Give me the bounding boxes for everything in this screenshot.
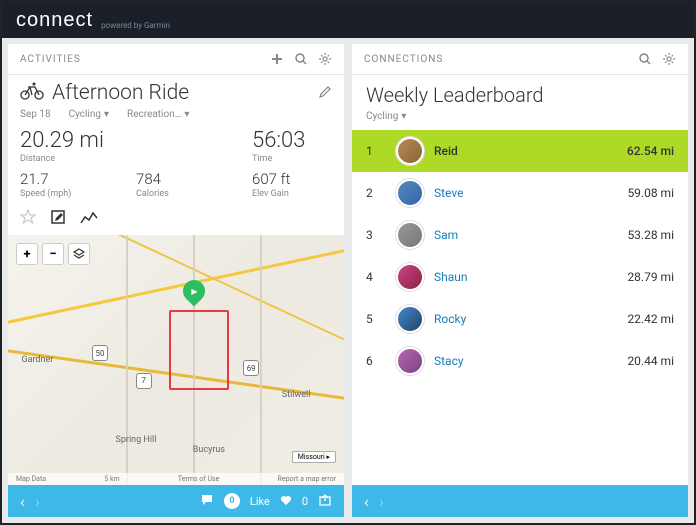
chevron-down-icon: ▾ xyxy=(184,109,189,120)
avatar xyxy=(396,347,424,375)
app-frame: connect powered by Garmin ACTIVITIES Aft… xyxy=(0,0,696,525)
star-icon[interactable] xyxy=(20,209,36,229)
activity-type-dropdown[interactable]: Cycling▾ xyxy=(69,109,109,120)
chart-icon[interactable] xyxy=(80,210,98,229)
activity-meta: Sep 18 Cycling▾ Recreation…▾ xyxy=(8,107,344,126)
edit-note-icon[interactable] xyxy=(50,209,66,229)
leaderboard-filter-dropdown[interactable]: Cycling▾ xyxy=(352,109,688,130)
leaderboard-rank: 1 xyxy=(366,144,386,158)
avatar xyxy=(396,137,424,165)
bike-icon xyxy=(20,82,44,104)
brand-logo: connect xyxy=(16,9,93,32)
brand-subtitle: powered by Garmin xyxy=(101,21,170,30)
leaderboard-row[interactable]: 3 Sam53.28 mi xyxy=(352,214,688,256)
connections-panel: CONNECTIONS Weekly Leaderboard Cycling▾ … xyxy=(352,44,688,517)
activity-footer: ‹ › 0 Like 0 xyxy=(8,485,344,517)
avatar xyxy=(396,179,424,207)
map-state-badge: Missouri ▸ xyxy=(292,451,336,463)
secondary-stats: 21.7 Speed (mph) 784 Calories 607 ft Ele… xyxy=(8,166,344,203)
avatar xyxy=(396,305,424,333)
chevron-down-icon: ▾ xyxy=(104,109,109,120)
leaderboard-row[interactable]: 6 Stacy20.44 mi xyxy=(352,340,688,382)
map-route-shield: 50 xyxy=(92,345,108,361)
leaderboard-distance: 28.79 mi xyxy=(627,270,674,284)
like-label[interactable]: Like xyxy=(250,495,270,508)
map-attribution: Map Data 5 km Terms of Use Report a map … xyxy=(8,473,344,485)
leaderboard-rank: 5 xyxy=(366,312,386,326)
comment-icon[interactable] xyxy=(200,493,214,510)
connections-header-title: CONNECTIONS xyxy=(364,54,628,65)
next-arrow-icon[interactable]: › xyxy=(35,492,40,511)
leaderboard-rank: 6 xyxy=(366,354,386,368)
zoom-in-button[interactable]: + xyxy=(16,243,38,265)
comment-count: 0 xyxy=(224,493,240,509)
primary-stats: 20.29 mi Distance 56:03 Time xyxy=(8,126,344,166)
map-route-shield: 7 xyxy=(136,373,152,389)
activities-panel: ACTIVITIES Afternoon Ride Sep 18 Cycling… xyxy=(8,44,344,517)
avatar xyxy=(396,263,424,291)
activity-category-dropdown[interactable]: Recreation…▾ xyxy=(127,109,189,120)
leaderboard-row[interactable]: 1 Reid62.54 mi xyxy=(352,130,688,172)
leaderboard-distance: 59.08 mi xyxy=(627,186,674,200)
search-icon[interactable] xyxy=(294,52,308,66)
map-controls: + − xyxy=(16,243,90,265)
leaderboard-row[interactable]: 5 Rocky22.42 mi xyxy=(352,298,688,340)
activities-header-title: ACTIVITIES xyxy=(20,54,260,65)
map-city-label: Gardner xyxy=(21,355,53,365)
leaderboard-rank: 4 xyxy=(366,270,386,284)
stat-elev: 607 ft Elev Gain xyxy=(252,170,332,199)
share-icon[interactable] xyxy=(318,493,332,510)
edit-icon[interactable] xyxy=(318,84,332,103)
map-city-label: Bucyrus xyxy=(193,445,225,455)
leaderboard-distance: 20.44 mi xyxy=(627,354,674,368)
gear-icon[interactable] xyxy=(318,52,332,66)
content-area: ACTIVITIES Afternoon Ride Sep 18 Cycling… xyxy=(2,38,694,523)
leaderboard-name[interactable]: Reid xyxy=(434,144,627,158)
stat-speed: 21.7 Speed (mph) xyxy=(20,170,136,199)
activity-map[interactable]: Gardner Spring Hill Stilwell Bucyrus 50 … xyxy=(8,235,344,485)
stat-distance: 20.29 mi Distance xyxy=(20,128,252,164)
leaderboard-row[interactable]: 4 Shaun28.79 mi xyxy=(352,256,688,298)
chevron-down-icon: ▾ xyxy=(401,111,406,122)
heart-icon[interactable] xyxy=(280,494,292,509)
stat-time: 56:03 Time xyxy=(252,128,332,164)
leaderboard-rank: 3 xyxy=(366,228,386,242)
leaderboard-row[interactable]: 2 Steve59.08 mi xyxy=(352,172,688,214)
leaderboard-name[interactable]: Sam xyxy=(434,228,627,242)
prev-arrow-icon[interactable]: ‹ xyxy=(364,492,369,511)
connections-footer: ‹ › xyxy=(352,485,688,517)
activity-title: Afternoon Ride xyxy=(52,81,318,105)
like-count: 0 xyxy=(302,495,308,508)
stat-calories: 784 Calories xyxy=(136,170,252,199)
map-city-label: Stilwell xyxy=(282,390,311,400)
leaderboard-rank: 2 xyxy=(366,186,386,200)
leaderboard-title: Weekly Leaderboard xyxy=(352,75,688,109)
activity-title-row: Afternoon Ride xyxy=(8,75,344,107)
leaderboard-name[interactable]: Stacy xyxy=(434,354,627,368)
leaderboard-name[interactable]: Shaun xyxy=(434,270,627,284)
map-route-shield: 69 xyxy=(243,360,259,376)
leaderboard-name[interactable]: Rocky xyxy=(434,312,627,326)
topbar: connect powered by Garmin xyxy=(2,2,694,38)
connections-header: CONNECTIONS xyxy=(352,44,688,75)
leaderboard-distance: 22.42 mi xyxy=(627,312,674,326)
add-icon[interactable] xyxy=(270,52,284,66)
zoom-out-button[interactable]: − xyxy=(42,243,64,265)
layers-button[interactable] xyxy=(68,243,90,265)
activities-header: ACTIVITIES xyxy=(8,44,344,75)
avatar xyxy=(396,221,424,249)
map-city-label: Spring Hill xyxy=(116,435,157,445)
search-icon[interactable] xyxy=(638,52,652,66)
activity-date: Sep 18 xyxy=(20,109,51,120)
activity-actions xyxy=(8,203,344,235)
prev-arrow-icon[interactable]: ‹ xyxy=(20,492,25,511)
leaderboard-distance: 53.28 mi xyxy=(627,228,674,242)
leaderboard-name[interactable]: Steve xyxy=(434,186,627,200)
gear-icon[interactable] xyxy=(662,52,676,66)
next-arrow-icon[interactable]: › xyxy=(379,492,384,511)
leaderboard-list: 1 Reid62.54 mi 2 Steve59.08 mi 3 Sam53.28 mi 4… xyxy=(352,130,688,485)
map-route-path xyxy=(169,310,229,390)
leaderboard-distance: 62.54 mi xyxy=(627,144,674,158)
